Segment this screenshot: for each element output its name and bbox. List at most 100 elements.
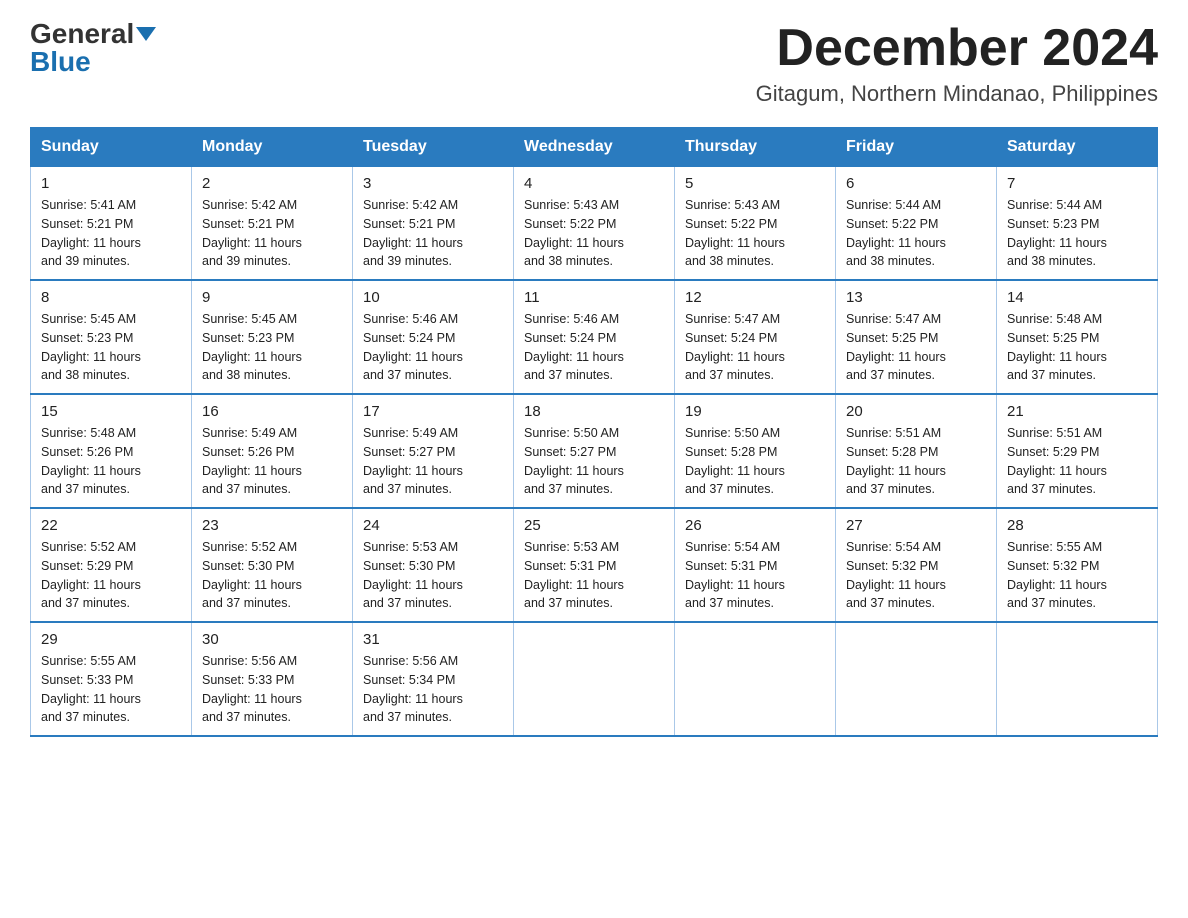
day-number: 14 xyxy=(1007,289,1147,306)
day-number: 18 xyxy=(524,403,664,420)
day-info: Sunrise: 5:53 AM Sunset: 5:30 PM Dayligh… xyxy=(363,538,503,613)
calendar-cell: 17 Sunrise: 5:49 AM Sunset: 5:27 PM Dayli… xyxy=(353,394,514,508)
calendar-cell: 28 Sunrise: 5:55 AM Sunset: 5:32 PM Dayli… xyxy=(997,508,1158,622)
calendar-table: SundayMondayTuesdayWednesdayThursdayFrid… xyxy=(30,127,1158,737)
day-info: Sunrise: 5:46 AM Sunset: 5:24 PM Dayligh… xyxy=(524,310,664,385)
calendar-cell: 23 Sunrise: 5:52 AM Sunset: 5:30 PM Dayli… xyxy=(192,508,353,622)
calendar-cell: 21 Sunrise: 5:51 AM Sunset: 5:29 PM Dayli… xyxy=(997,394,1158,508)
day-number: 3 xyxy=(363,175,503,192)
day-number: 20 xyxy=(846,403,986,420)
calendar-cell: 13Sunrise: 5:47 AM Sunset: 5:25 PM Dayli… xyxy=(836,280,997,394)
day-info: Sunrise: 5:48 AM Sunset: 5:25 PM Dayligh… xyxy=(1007,310,1147,385)
calendar-cell: 10Sunrise: 5:46 AM Sunset: 5:24 PM Dayli… xyxy=(353,280,514,394)
location-title: Gitagum, Northern Mindanao, Philippines xyxy=(756,81,1158,107)
day-number: 9 xyxy=(202,289,342,306)
day-info: Sunrise: 5:52 AM Sunset: 5:30 PM Dayligh… xyxy=(202,538,342,613)
calendar-cell: 5 Sunrise: 5:43 AM Sunset: 5:22 PM Daylig… xyxy=(675,167,836,281)
weekday-header-monday: Monday xyxy=(192,128,353,167)
logo-blue-text: Blue xyxy=(30,48,91,76)
calendar-cell: 1 Sunrise: 5:41 AM Sunset: 5:21 PM Daylig… xyxy=(31,167,192,281)
day-info: Sunrise: 5:55 AM Sunset: 5:32 PM Dayligh… xyxy=(1007,538,1147,613)
calendar-cell: 26 Sunrise: 5:54 AM Sunset: 5:31 PM Dayli… xyxy=(675,508,836,622)
day-number: 29 xyxy=(41,631,181,648)
calendar-cell: 4 Sunrise: 5:43 AM Sunset: 5:22 PM Daylig… xyxy=(514,167,675,281)
day-number: 8 xyxy=(41,289,181,306)
day-number: 30 xyxy=(202,631,342,648)
weekday-header-saturday: Saturday xyxy=(997,128,1158,167)
calendar-cell: 6 Sunrise: 5:44 AM Sunset: 5:22 PM Daylig… xyxy=(836,167,997,281)
day-info: Sunrise: 5:51 AM Sunset: 5:29 PM Dayligh… xyxy=(1007,424,1147,499)
month-title: December 2024 xyxy=(756,20,1158,77)
day-info: Sunrise: 5:41 AM Sunset: 5:21 PM Dayligh… xyxy=(41,196,181,271)
day-info: Sunrise: 5:45 AM Sunset: 5:23 PM Dayligh… xyxy=(41,310,181,385)
calendar-cell: 8 Sunrise: 5:45 AM Sunset: 5:23 PM Daylig… xyxy=(31,280,192,394)
calendar-cell: 22 Sunrise: 5:52 AM Sunset: 5:29 PM Dayli… xyxy=(31,508,192,622)
day-info: Sunrise: 5:50 AM Sunset: 5:28 PM Dayligh… xyxy=(685,424,825,499)
day-number: 21 xyxy=(1007,403,1147,420)
day-info: Sunrise: 5:54 AM Sunset: 5:32 PM Dayligh… xyxy=(846,538,986,613)
weekday-header-friday: Friday xyxy=(836,128,997,167)
page-header: General Blue December 2024 Gitagum, Nort… xyxy=(30,20,1158,107)
day-number: 12 xyxy=(685,289,825,306)
day-number: 6 xyxy=(846,175,986,192)
calendar-cell: 27Sunrise: 5:54 AM Sunset: 5:32 PM Dayli… xyxy=(836,508,997,622)
calendar-week-row: 29Sunrise: 5:55 AM Sunset: 5:33 PM Dayli… xyxy=(31,622,1158,736)
calendar-week-row: 22 Sunrise: 5:52 AM Sunset: 5:29 PM Dayli… xyxy=(31,508,1158,622)
day-info: Sunrise: 5:44 AM Sunset: 5:23 PM Dayligh… xyxy=(1007,196,1147,271)
calendar-cell: 18 Sunrise: 5:50 AM Sunset: 5:27 PM Dayli… xyxy=(514,394,675,508)
day-info: Sunrise: 5:44 AM Sunset: 5:22 PM Dayligh… xyxy=(846,196,986,271)
title-area: December 2024 Gitagum, Northern Mindanao… xyxy=(756,20,1158,107)
calendar-week-row: 8 Sunrise: 5:45 AM Sunset: 5:23 PM Daylig… xyxy=(31,280,1158,394)
day-number: 17 xyxy=(363,403,503,420)
day-info: Sunrise: 5:49 AM Sunset: 5:26 PM Dayligh… xyxy=(202,424,342,499)
logo-general-text: General xyxy=(30,20,134,48)
calendar-week-row: 15Sunrise: 5:48 AM Sunset: 5:26 PM Dayli… xyxy=(31,394,1158,508)
day-number: 16 xyxy=(202,403,342,420)
calendar-cell xyxy=(836,622,997,736)
day-info: Sunrise: 5:43 AM Sunset: 5:22 PM Dayligh… xyxy=(524,196,664,271)
calendar-header-row: SundayMondayTuesdayWednesdayThursdayFrid… xyxy=(31,128,1158,167)
day-info: Sunrise: 5:52 AM Sunset: 5:29 PM Dayligh… xyxy=(41,538,181,613)
weekday-header-sunday: Sunday xyxy=(31,128,192,167)
day-number: 5 xyxy=(685,175,825,192)
day-number: 1 xyxy=(41,175,181,192)
calendar-cell xyxy=(514,622,675,736)
calendar-cell: 9 Sunrise: 5:45 AM Sunset: 5:23 PM Daylig… xyxy=(192,280,353,394)
calendar-cell: 12 Sunrise: 5:47 AM Sunset: 5:24 PM Dayli… xyxy=(675,280,836,394)
day-info: Sunrise: 5:49 AM Sunset: 5:27 PM Dayligh… xyxy=(363,424,503,499)
day-info: Sunrise: 5:42 AM Sunset: 5:21 PM Dayligh… xyxy=(202,196,342,271)
calendar-cell: 11 Sunrise: 5:46 AM Sunset: 5:24 PM Dayli… xyxy=(514,280,675,394)
calendar-cell: 29Sunrise: 5:55 AM Sunset: 5:33 PM Dayli… xyxy=(31,622,192,736)
day-number: 28 xyxy=(1007,517,1147,534)
day-number: 23 xyxy=(202,517,342,534)
calendar-cell: 30Sunrise: 5:56 AM Sunset: 5:33 PM Dayli… xyxy=(192,622,353,736)
weekday-header-thursday: Thursday xyxy=(675,128,836,167)
day-number: 25 xyxy=(524,517,664,534)
calendar-cell: 2 Sunrise: 5:42 AM Sunset: 5:21 PM Daylig… xyxy=(192,167,353,281)
day-info: Sunrise: 5:47 AM Sunset: 5:24 PM Dayligh… xyxy=(685,310,825,385)
calendar-cell: 15Sunrise: 5:48 AM Sunset: 5:26 PM Dayli… xyxy=(31,394,192,508)
weekday-header-wednesday: Wednesday xyxy=(514,128,675,167)
day-info: Sunrise: 5:43 AM Sunset: 5:22 PM Dayligh… xyxy=(685,196,825,271)
logo-triangle-icon xyxy=(136,27,156,41)
day-number: 26 xyxy=(685,517,825,534)
day-info: Sunrise: 5:50 AM Sunset: 5:27 PM Dayligh… xyxy=(524,424,664,499)
calendar-cell: 7Sunrise: 5:44 AM Sunset: 5:23 PM Daylig… xyxy=(997,167,1158,281)
day-number: 2 xyxy=(202,175,342,192)
day-number: 4 xyxy=(524,175,664,192)
day-info: Sunrise: 5:54 AM Sunset: 5:31 PM Dayligh… xyxy=(685,538,825,613)
day-number: 31 xyxy=(363,631,503,648)
calendar-week-row: 1 Sunrise: 5:41 AM Sunset: 5:21 PM Daylig… xyxy=(31,167,1158,281)
calendar-cell xyxy=(675,622,836,736)
day-number: 13 xyxy=(846,289,986,306)
day-info: Sunrise: 5:46 AM Sunset: 5:24 PM Dayligh… xyxy=(363,310,503,385)
day-number: 19 xyxy=(685,403,825,420)
logo: General Blue xyxy=(30,20,156,76)
day-info: Sunrise: 5:45 AM Sunset: 5:23 PM Dayligh… xyxy=(202,310,342,385)
day-number: 15 xyxy=(41,403,181,420)
day-number: 22 xyxy=(41,517,181,534)
calendar-cell: 25Sunrise: 5:53 AM Sunset: 5:31 PM Dayli… xyxy=(514,508,675,622)
day-number: 11 xyxy=(524,289,664,306)
calendar-cell: 19 Sunrise: 5:50 AM Sunset: 5:28 PM Dayli… xyxy=(675,394,836,508)
day-info: Sunrise: 5:51 AM Sunset: 5:28 PM Dayligh… xyxy=(846,424,986,499)
